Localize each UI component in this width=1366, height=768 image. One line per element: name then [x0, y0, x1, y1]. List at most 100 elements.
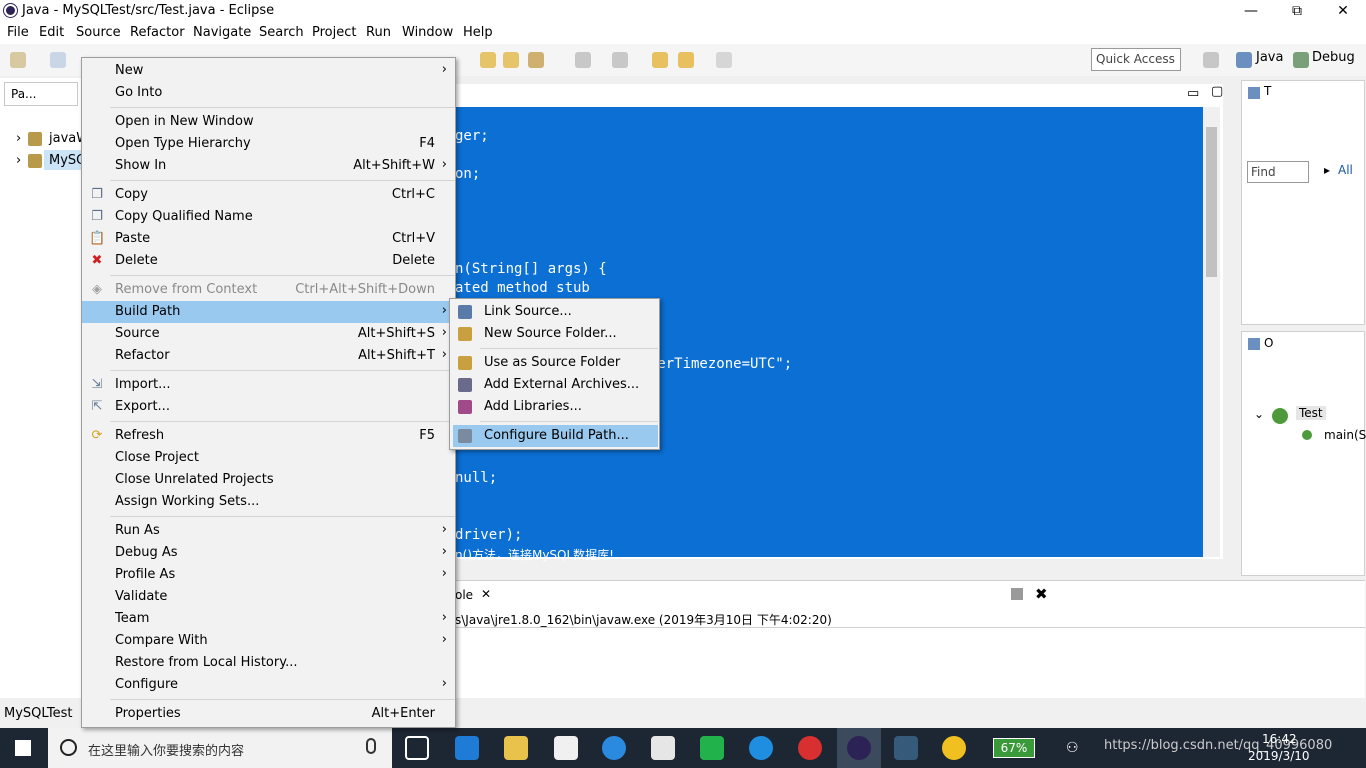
clock-app-icon[interactable] — [602, 736, 626, 760]
clock-time[interactable]: 16:42 — [1262, 732, 1297, 746]
open-perspective-icon[interactable] — [1203, 52, 1219, 68]
context-menu-item-configure[interactable]: Configure › — [82, 674, 455, 696]
quick-access-input[interactable]: Quick Access — [1091, 48, 1181, 71]
file-explorer-icon[interactable] — [504, 736, 528, 760]
context-menu-item-compare-with[interactable]: Compare With › — [82, 630, 455, 652]
menu-source[interactable]: Source — [76, 25, 121, 40]
edge-icon[interactable] — [455, 736, 479, 760]
context-menu-item-export[interactable]: ⇱ Export... — [82, 396, 455, 418]
battery-indicator[interactable]: 67% — [993, 738, 1035, 758]
submenu-item-link-source[interactable]: Link Source... — [450, 301, 659, 323]
context-menu-item-close-project[interactable]: Close Project — [82, 447, 455, 469]
task-view-icon[interactable] — [405, 736, 429, 760]
close-button[interactable]: ✕ — [1320, 0, 1366, 22]
context-menu-item-build-path[interactable]: Build Path › — [82, 301, 455, 323]
all-link[interactable]: All — [1338, 163, 1353, 177]
context-menu-item-debug-as[interactable]: Debug As › — [82, 542, 455, 564]
context-menu-item-close-unrelated-projects[interactable]: Close Unrelated Projects — [82, 469, 455, 491]
context-menu-item-copy[interactable]: ❐ Copy Ctrl+C — [82, 184, 455, 206]
context-menu-item-refactor[interactable]: Refactor Alt+Shift+T › — [82, 345, 455, 367]
context-menu-item-new[interactable]: New › — [82, 60, 455, 82]
context-menu-item-copy-qualified-name[interactable]: ❐ Copy Qualified Name — [82, 206, 455, 228]
feishu-icon[interactable] — [749, 736, 773, 760]
editor-minimize-icon[interactable]: ▭ — [1187, 86, 1199, 101]
remove-launch-icon[interactable]: ✖ — [1035, 585, 1048, 603]
menu-file[interactable]: File — [7, 25, 29, 40]
type-hierarchy-tab[interactable]: T — [1264, 84, 1271, 98]
next-annotation-icon[interactable] — [612, 52, 628, 68]
forward-icon[interactable] — [716, 52, 732, 68]
maximize-button[interactable]: ⧉ — [1274, 0, 1320, 22]
clock-date[interactable]: 2019/3/10 — [1248, 749, 1310, 763]
annotation-icon[interactable] — [575, 52, 591, 68]
context-menu-item-open-type-hierarchy[interactable]: Open Type Hierarchy F4 — [82, 133, 455, 155]
submenu-item-add-libraries[interactable]: Add Libraries... — [450, 396, 659, 418]
mail-icon[interactable] — [651, 736, 675, 760]
code-line[interactable]: n(String[] args) { — [455, 261, 607, 277]
terminate-icon[interactable] — [1011, 588, 1023, 600]
open-folder-icon[interactable] — [503, 52, 519, 68]
windows-start-icon[interactable] — [15, 740, 31, 756]
close-console-icon[interactable]: ✕ — [481, 587, 491, 601]
context-menu-item-run-as[interactable]: Run As › — [82, 520, 455, 542]
iqiyi-icon[interactable] — [700, 736, 724, 760]
context-menu-item-assign-working-sets[interactable]: Assign Working Sets... — [82, 491, 455, 513]
context-menu-item-paste[interactable]: 📋 Paste Ctrl+V — [82, 228, 455, 250]
tree-expand-icon[interactable]: › — [16, 131, 21, 146]
find-input[interactable]: Find — [1247, 161, 1309, 183]
qq-icon[interactable] — [942, 736, 966, 760]
minimize-button[interactable]: — — [1228, 0, 1274, 22]
mysql-workbench-icon[interactable] — [894, 736, 918, 760]
editor-maximize-icon[interactable]: ▢ — [1211, 84, 1223, 99]
find-arrow-icon[interactable]: ▸ — [1324, 163, 1330, 177]
outline-method-main[interactable]: main(S — [1324, 428, 1366, 442]
context-menu-item-go-into[interactable]: Go Into — [82, 82, 455, 104]
netease-music-icon[interactable] — [798, 736, 822, 760]
eclipse-taskbar-icon[interactable] — [847, 736, 871, 760]
menu-run[interactable]: Run — [366, 25, 391, 40]
save-icon[interactable] — [50, 52, 66, 68]
menu-window[interactable]: Window — [402, 25, 453, 40]
context-menu-item-show-in[interactable]: Show In Alt+Shift+W › — [82, 155, 455, 177]
menu-help[interactable]: Help — [463, 25, 493, 40]
code-line[interactable]: on; — [455, 166, 480, 182]
tree-expand-icon[interactable]: › — [16, 153, 21, 168]
submenu-item-new-source-folder[interactable]: New Source Folder... — [450, 323, 659, 345]
context-menu-item-import[interactable]: ⇲ Import... — [82, 374, 455, 396]
taskbar-search-input[interactable]: 在这里输入你要搜索的内容 — [88, 740, 244, 759]
menu-edit[interactable]: Edit — [39, 25, 64, 40]
store-icon[interactable] — [554, 736, 578, 760]
menu-refactor[interactable]: Refactor — [130, 25, 185, 40]
console-tab[interactable]: ole — [455, 588, 473, 602]
context-menu-item-open-in-new-window[interactable]: Open in New Window — [82, 111, 455, 133]
search-tool-icon[interactable] — [528, 52, 544, 68]
context-menu-item-team[interactable]: Team › — [82, 608, 455, 630]
new-icon[interactable] — [10, 52, 26, 68]
context-menu-item-source[interactable]: Source Alt+Shift+S › — [82, 323, 455, 345]
java-perspective-button[interactable]: Java — [1256, 50, 1283, 65]
back-icon[interactable] — [652, 52, 668, 68]
code-line[interactable]: ger; — [455, 128, 489, 144]
outline-class-test[interactable]: Test — [1296, 406, 1326, 420]
submenu-item-configure-build-path[interactable]: Configure Build Path... — [453, 425, 658, 447]
open-type-icon[interactable] — [480, 52, 496, 68]
context-menu-item-delete[interactable]: ✖ Delete Delete — [82, 250, 455, 272]
back-arrow-icon[interactable] — [678, 52, 694, 68]
debug-perspective-button[interactable]: Debug — [1312, 50, 1355, 65]
package-explorer-tab[interactable]: Pa... — [4, 82, 78, 106]
microphone-icon[interactable] — [366, 738, 376, 754]
code-line[interactable]: ated method stub — [455, 280, 590, 296]
context-menu-item-profile-as[interactable]: Profile As › — [82, 564, 455, 586]
context-menu-item-restore-from-local-history[interactable]: Restore from Local History... — [82, 652, 455, 674]
taskbar-search[interactable]: 在这里输入你要搜索的内容 — [48, 728, 392, 768]
tree-collapse-icon[interactable]: ⌄ — [1254, 407, 1264, 421]
menu-project[interactable]: Project — [312, 25, 356, 40]
code-line[interactable]: driver); — [455, 527, 522, 543]
context-menu-item-validate[interactable]: Validate — [82, 586, 455, 608]
code-line[interactable]: null; — [455, 470, 497, 486]
editor-scrollbar[interactable] — [1203, 107, 1220, 557]
code-line[interactable]: n()方法，连接MySQL数据库! — [455, 546, 614, 563]
context-menu-item-properties[interactable]: Properties Alt+Enter — [82, 703, 455, 725]
context-menu-item-refresh[interactable]: ⟳ Refresh F5 — [82, 425, 455, 447]
outline-tab[interactable]: O — [1264, 336, 1273, 350]
